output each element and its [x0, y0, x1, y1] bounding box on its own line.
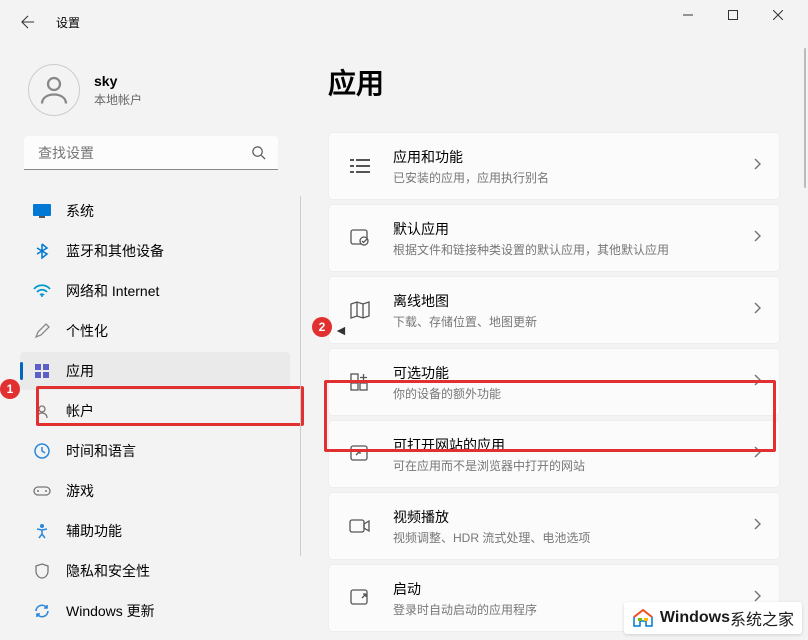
- accessibility-icon: [32, 521, 52, 541]
- video-icon: [347, 518, 373, 534]
- gamepad-icon: [32, 481, 52, 501]
- settings-item-title: 可打开网站的应用: [393, 435, 753, 455]
- account-icon: [32, 401, 52, 421]
- sidebar-item-time[interactable]: 时间和语言: [20, 432, 290, 470]
- optional-features-icon: [347, 372, 373, 392]
- chevron-right-icon: [753, 373, 761, 391]
- annotation-badge-2: 2: [312, 317, 332, 337]
- settings-item-title: 默认应用: [393, 219, 753, 239]
- watermark-sub: 系统之家: [730, 606, 794, 630]
- settings-item-offline-maps[interactable]: 离线地图 下载、存储位置、地图更新: [328, 276, 780, 344]
- settings-item-title: 可选功能: [393, 363, 753, 383]
- settings-item-apps-features[interactable]: 应用和功能 已安装的应用，应用执行别名: [328, 132, 780, 200]
- sidebar-item-personalization[interactable]: 个性化: [20, 312, 290, 350]
- display-icon: [32, 201, 52, 221]
- settings-item-title: 离线地图: [393, 291, 753, 311]
- user-type: 本地帐户: [94, 91, 142, 108]
- main-content: 应用 应用和功能 已安装的应用，应用执行别名 默认应用 根据文件和链接种类设置的…: [300, 44, 808, 640]
- sidebar-item-label: 时间和语言: [66, 441, 136, 461]
- app-title: 设置: [56, 14, 80, 31]
- sidebar-item-gaming[interactable]: 游戏: [20, 472, 290, 510]
- sidebar-item-bluetooth[interactable]: 蓝牙和其他设备: [20, 232, 290, 270]
- search-icon: [251, 145, 266, 165]
- sidebar-item-privacy[interactable]: 隐私和安全性: [20, 552, 290, 590]
- sidebar-item-label: 系统: [66, 201, 94, 221]
- startup-icon: [347, 589, 373, 607]
- map-icon: [347, 301, 373, 319]
- wifi-icon: [32, 281, 52, 301]
- close-icon: [773, 10, 783, 20]
- annotation-arrow-icon: ◄: [334, 322, 348, 338]
- shield-icon: [32, 561, 52, 581]
- settings-item-desc: 根据文件和链接种类设置的默认应用，其他默认应用: [393, 241, 753, 258]
- sidebar-item-label: 网络和 Internet: [66, 281, 159, 301]
- annotation-badge-1: 1: [0, 379, 20, 399]
- web-apps-icon: [347, 445, 373, 463]
- brush-icon: [32, 321, 52, 341]
- settings-item-title: 启动: [393, 579, 753, 599]
- sidebar: sky 本地帐户 系统 蓝牙和其他设备 网络和 Internet: [0, 44, 300, 640]
- minimize-button[interactable]: [665, 0, 710, 30]
- user-name: sky: [94, 73, 142, 89]
- settings-item-title: 视频播放: [393, 507, 753, 527]
- user-section[interactable]: sky 本地帐户: [20, 52, 300, 136]
- default-apps-icon: [347, 229, 373, 247]
- settings-item-desc: 视频调整、HDR 流式处理、电池选项: [393, 529, 753, 546]
- settings-item-title: 应用和功能: [393, 147, 753, 167]
- sidebar-item-label: 辅助功能: [66, 521, 122, 541]
- sidebar-item-label: 游戏: [66, 481, 94, 501]
- sidebar-item-label: 应用: [66, 361, 94, 381]
- sidebar-item-network[interactable]: 网络和 Internet: [20, 272, 290, 310]
- search-input[interactable]: [24, 136, 278, 170]
- settings-item-default-apps[interactable]: 默认应用 根据文件和链接种类设置的默认应用，其他默认应用: [328, 204, 780, 272]
- settings-item-desc: 下载、存储位置、地图更新: [393, 313, 753, 330]
- settings-item-optional-features[interactable]: 可选功能 你的设备的额外功能: [328, 348, 780, 416]
- person-icon: [36, 72, 72, 108]
- sidebar-item-label: 个性化: [66, 321, 108, 341]
- settings-item-desc: 可在应用而不是浏览器中打开的网站: [393, 457, 753, 474]
- maximize-button[interactable]: [710, 0, 755, 30]
- settings-item-desc: 你的设备的额外功能: [393, 385, 753, 402]
- avatar: [28, 64, 80, 116]
- chevron-right-icon: [753, 445, 761, 463]
- chevron-right-icon: [753, 517, 761, 535]
- update-icon: [32, 601, 52, 621]
- sidebar-item-label: Windows 更新: [66, 601, 155, 621]
- house-icon: [632, 608, 654, 628]
- settings-item-video[interactable]: 视频播放 视频调整、HDR 流式处理、电池选项: [328, 492, 780, 560]
- sidebar-item-label: 帐户: [66, 401, 94, 421]
- sidebar-item-update[interactable]: Windows 更新: [20, 592, 290, 630]
- chevron-right-icon: [753, 157, 761, 175]
- minimize-icon: [683, 10, 693, 20]
- maximize-icon: [728, 10, 738, 20]
- sidebar-item-label: 隐私和安全性: [66, 561, 150, 581]
- watermark-brand: Windows: [660, 609, 730, 627]
- sidebar-item-accessibility[interactable]: 辅助功能: [20, 512, 290, 550]
- watermark: Windows 系统之家: [624, 602, 802, 634]
- settings-item-desc: 已安装的应用，应用执行别名: [393, 169, 753, 186]
- sidebar-item-accounts[interactable]: 帐户: [20, 392, 290, 430]
- chevron-right-icon: [753, 229, 761, 247]
- chevron-right-icon: [753, 301, 761, 319]
- page-title: 应用: [328, 62, 780, 102]
- sidebar-item-system[interactable]: 系统: [20, 192, 290, 230]
- close-button[interactable]: [755, 0, 800, 30]
- clock-icon: [32, 441, 52, 461]
- list-icon: [347, 157, 373, 175]
- apps-icon: [32, 361, 52, 381]
- back-arrow-icon: [21, 15, 35, 29]
- scrollbar[interactable]: [804, 48, 806, 188]
- sidebar-item-label: 蓝牙和其他设备: [66, 241, 164, 261]
- settings-item-web-apps[interactable]: 可打开网站的应用 可在应用而不是浏览器中打开的网站: [328, 420, 780, 488]
- bluetooth-icon: [32, 241, 52, 261]
- sidebar-item-apps[interactable]: 应用: [20, 352, 290, 390]
- back-button[interactable]: [8, 2, 48, 42]
